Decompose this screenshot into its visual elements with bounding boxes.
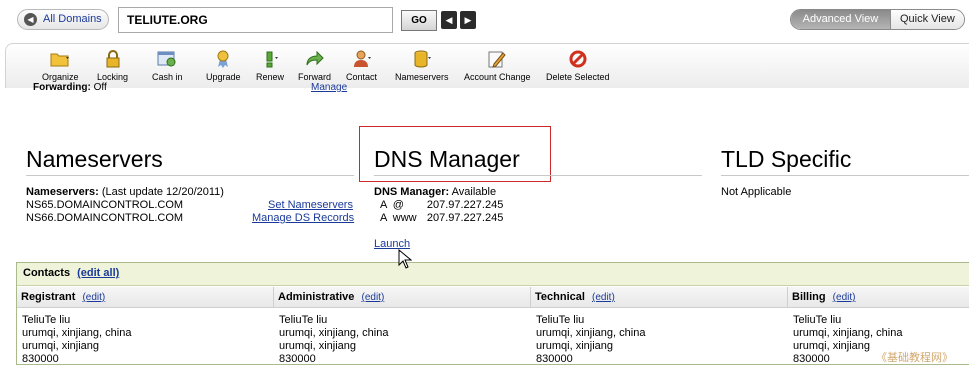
watermark: 《基础教程网》: [876, 352, 953, 364]
lock-icon: [106, 50, 120, 68]
cash-in-button[interactable]: Cash in: [152, 49, 183, 82]
mouse-pointer-icon: [398, 249, 412, 269]
nameservers-title: Nameservers: [26, 146, 163, 172]
advanced-view-tab[interactable]: Advanced View: [791, 10, 890, 29]
renew-icon: [266, 51, 278, 68]
contact-button[interactable]: Contact: [346, 49, 377, 82]
go-button[interactable]: GO: [401, 10, 437, 31]
view-toggle: Advanced View Quick View: [790, 9, 965, 30]
domain-details: Forwarding: Off Manage Nameservers Names…: [0, 82, 969, 365]
contacts-section: Contacts (edit all) Registrant (edit) Te…: [16, 262, 969, 365]
edit-all-contacts-link[interactable]: (edit all): [77, 267, 119, 279]
delete-icon: [569, 50, 587, 68]
set-nameservers-link[interactable]: Set Nameservers: [268, 199, 353, 212]
contact-column-administrative: Administrative (edit) TeliuTe liu urumqi…: [274, 287, 531, 365]
contact-column-header: Registrant (edit): [17, 287, 274, 308]
forwarding-manage-link[interactable]: Manage: [311, 82, 347, 93]
dns-manager-title: DNS Manager: [374, 146, 520, 172]
contact-details: TeliuTe liu urumqi, xinjiang, china urum…: [279, 314, 389, 365]
edit-administrative-link[interactable]: (edit): [361, 292, 384, 303]
previous-domain-button[interactable]: ◀: [441, 11, 457, 29]
locking-button[interactable]: Locking: [97, 49, 128, 82]
database-icon: [414, 50, 431, 68]
nameservers-button[interactable]: Nameservers: [395, 49, 449, 82]
edit-registrant-link[interactable]: (edit): [82, 292, 105, 303]
dns-record: A www 207.97.227.245: [380, 212, 504, 224]
contact-person-icon: [353, 50, 371, 67]
all-domains-button[interactable]: ◀ All Domains: [17, 9, 109, 30]
upgrade-button[interactable]: Upgrade: [206, 49, 241, 82]
edit-billing-link[interactable]: (edit): [833, 292, 856, 303]
contact-column-technical: Technical (edit) TeliuTe liu urumqi, xin…: [531, 287, 788, 365]
manage-ds-records-link[interactable]: Manage DS Records: [252, 212, 354, 225]
tld-divider: [721, 175, 969, 176]
top-bar: ◀ All Domains GO ◀ ▶ Advanced View Quick…: [0, 0, 969, 42]
toolbar: Organize Locking Cash in Upgrade Renew F…: [5, 43, 969, 88]
nameserver-1: NS65.DOMAINCONTROL.COM: [26, 199, 184, 211]
next-domain-button[interactable]: ▶: [460, 11, 476, 29]
dns-manager-status: DNS Manager: Available: [374, 186, 497, 198]
account-change-button[interactable]: Account Change: [464, 49, 531, 82]
contacts-header: Contacts (edit all): [17, 263, 969, 286]
edit-technical-link[interactable]: (edit): [592, 292, 615, 303]
back-arrow-icon: ◀: [24, 13, 37, 26]
contact-column-header: Administrative (edit): [274, 287, 531, 308]
account-change-icon: [488, 51, 506, 68]
cash-in-icon: [157, 51, 176, 67]
contact-column-header: Technical (edit): [531, 287, 788, 308]
delete-selected-button[interactable]: Delete Selected: [546, 49, 610, 82]
renew-button[interactable]: Renew: [256, 49, 284, 82]
domain-search-input[interactable]: [118, 7, 393, 33]
all-domains-label: All Domains: [43, 13, 102, 25]
tld-specific-title: TLD Specific: [721, 146, 852, 172]
forward-arrow-icon: [306, 50, 324, 66]
dns-manager-divider: [374, 175, 702, 176]
forwarding-status: Forwarding: Off: [33, 82, 107, 93]
contact-column-registrant: Registrant (edit) TeliuTe liu urumqi, xi…: [17, 287, 274, 365]
folder-icon: [50, 53, 70, 67]
nameserver-2: NS66.DOMAINCONTROL.COM: [26, 212, 184, 224]
organize-button[interactable]: Organize: [42, 49, 79, 82]
ribbon-icon: [217, 50, 229, 68]
nameservers-update-line: Nameservers: (Last update 12/20/2011): [26, 186, 224, 198]
tld-specific-value: Not Applicable: [721, 186, 792, 198]
quick-view-tab[interactable]: Quick View: [889, 10, 964, 29]
contact-details: TeliuTe liu urumqi, xinjiang, china urum…: [536, 314, 646, 365]
dns-record: A @ 207.97.227.245: [380, 199, 504, 211]
contact-column-header: Billing (edit): [788, 287, 969, 308]
forward-button[interactable]: Forward: [298, 49, 331, 82]
nameservers-divider: [26, 175, 354, 176]
contact-details: TeliuTe liu urumqi, xinjiang, china urum…: [22, 314, 132, 365]
